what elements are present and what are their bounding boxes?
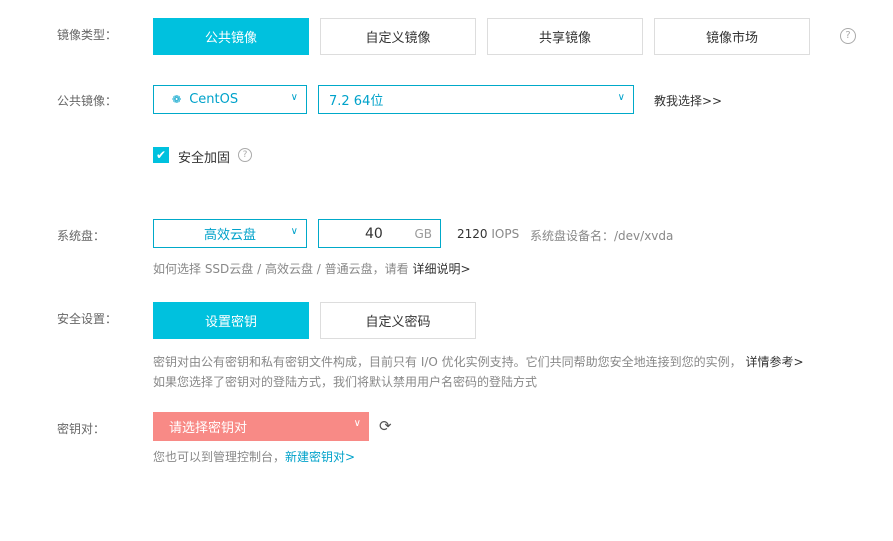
- disk-hint: 如何选择 SSD云盘 / 高效云盘 / 普通云盘，请看 详细说明>: [153, 262, 471, 276]
- tab-shared-image[interactable]: 共享镜像: [487, 18, 643, 55]
- refresh-icon[interactable]: ⟳: [379, 417, 392, 435]
- chevron-down-icon: ∨: [290, 92, 298, 103]
- chevron-down-icon: ∨: [617, 92, 625, 103]
- question-circle-icon[interactable]: ?: [238, 148, 252, 162]
- chevron-down-icon: ∨: [290, 226, 298, 237]
- public-image-label: 公共镜像：: [57, 94, 118, 108]
- system-disk-label: 系统盘：: [57, 229, 106, 243]
- help-choose-link[interactable]: 教我选择>>: [654, 92, 722, 109]
- question-circle-icon[interactable]: ?: [840, 28, 856, 44]
- version-select[interactable]: 7.2 64位 ∨: [318, 85, 634, 114]
- disk-type-value: 高效云盘: [203, 228, 256, 243]
- disk-type-select[interactable]: 高效云盘 ∨: [153, 219, 307, 248]
- security-label: 安全设置：: [57, 312, 118, 326]
- tab-public-image[interactable]: 公共镜像: [153, 18, 309, 55]
- tab-custom-image[interactable]: 自定义镜像: [320, 18, 476, 55]
- security-harden-label: 安全加固: [178, 151, 231, 166]
- iops-info: 2120 IOPS: [457, 227, 520, 241]
- security-desc-1: 密钥对由公有密钥和私有密钥文件构成，目前只有 I/O 优化实例支持。它们共同帮助…: [153, 355, 804, 369]
- details-link[interactable]: 详情参考>: [746, 355, 804, 369]
- disk-size-unit: GB: [414, 226, 432, 241]
- disk-size-input[interactable]: 40 GB: [318, 219, 441, 248]
- tab-custom-password[interactable]: 自定义密码: [320, 302, 476, 339]
- os-select[interactable]: ❁ CentOS ∨: [153, 85, 307, 114]
- keypair-label: 密钥对：: [57, 422, 106, 436]
- tab-image-market[interactable]: 镜像市场: [654, 18, 810, 55]
- security-desc-2: 如果您选择了密钥对的登陆方式，我们将默认禁用用户名密码的登陆方式: [153, 375, 538, 389]
- disk-size-value: 40: [365, 225, 383, 242]
- os-value: CentOS: [189, 92, 239, 107]
- centos-logo-icon: ❁: [172, 93, 182, 106]
- disk-detail-link[interactable]: 详细说明>: [412, 262, 470, 276]
- security-harden-checkbox[interactable]: ✔: [153, 147, 169, 163]
- chevron-down-icon: ∨: [353, 418, 361, 429]
- create-keypair-link[interactable]: 新建密钥对>: [285, 450, 355, 464]
- disk-device-name: 系统盘设备名：/dev/xvda: [530, 229, 674, 243]
- version-value: 7.2 64位: [329, 94, 384, 109]
- image-type-label: 镜像类型：: [57, 28, 118, 42]
- keypair-placeholder: 请选择密钥对: [169, 421, 248, 436]
- keypair-select[interactable]: 请选择密钥对 ∨: [153, 412, 369, 441]
- tab-set-keypair[interactable]: 设置密钥: [153, 302, 309, 339]
- keypair-hint: 您也可以到管理控制台，新建密钥对>: [153, 450, 356, 464]
